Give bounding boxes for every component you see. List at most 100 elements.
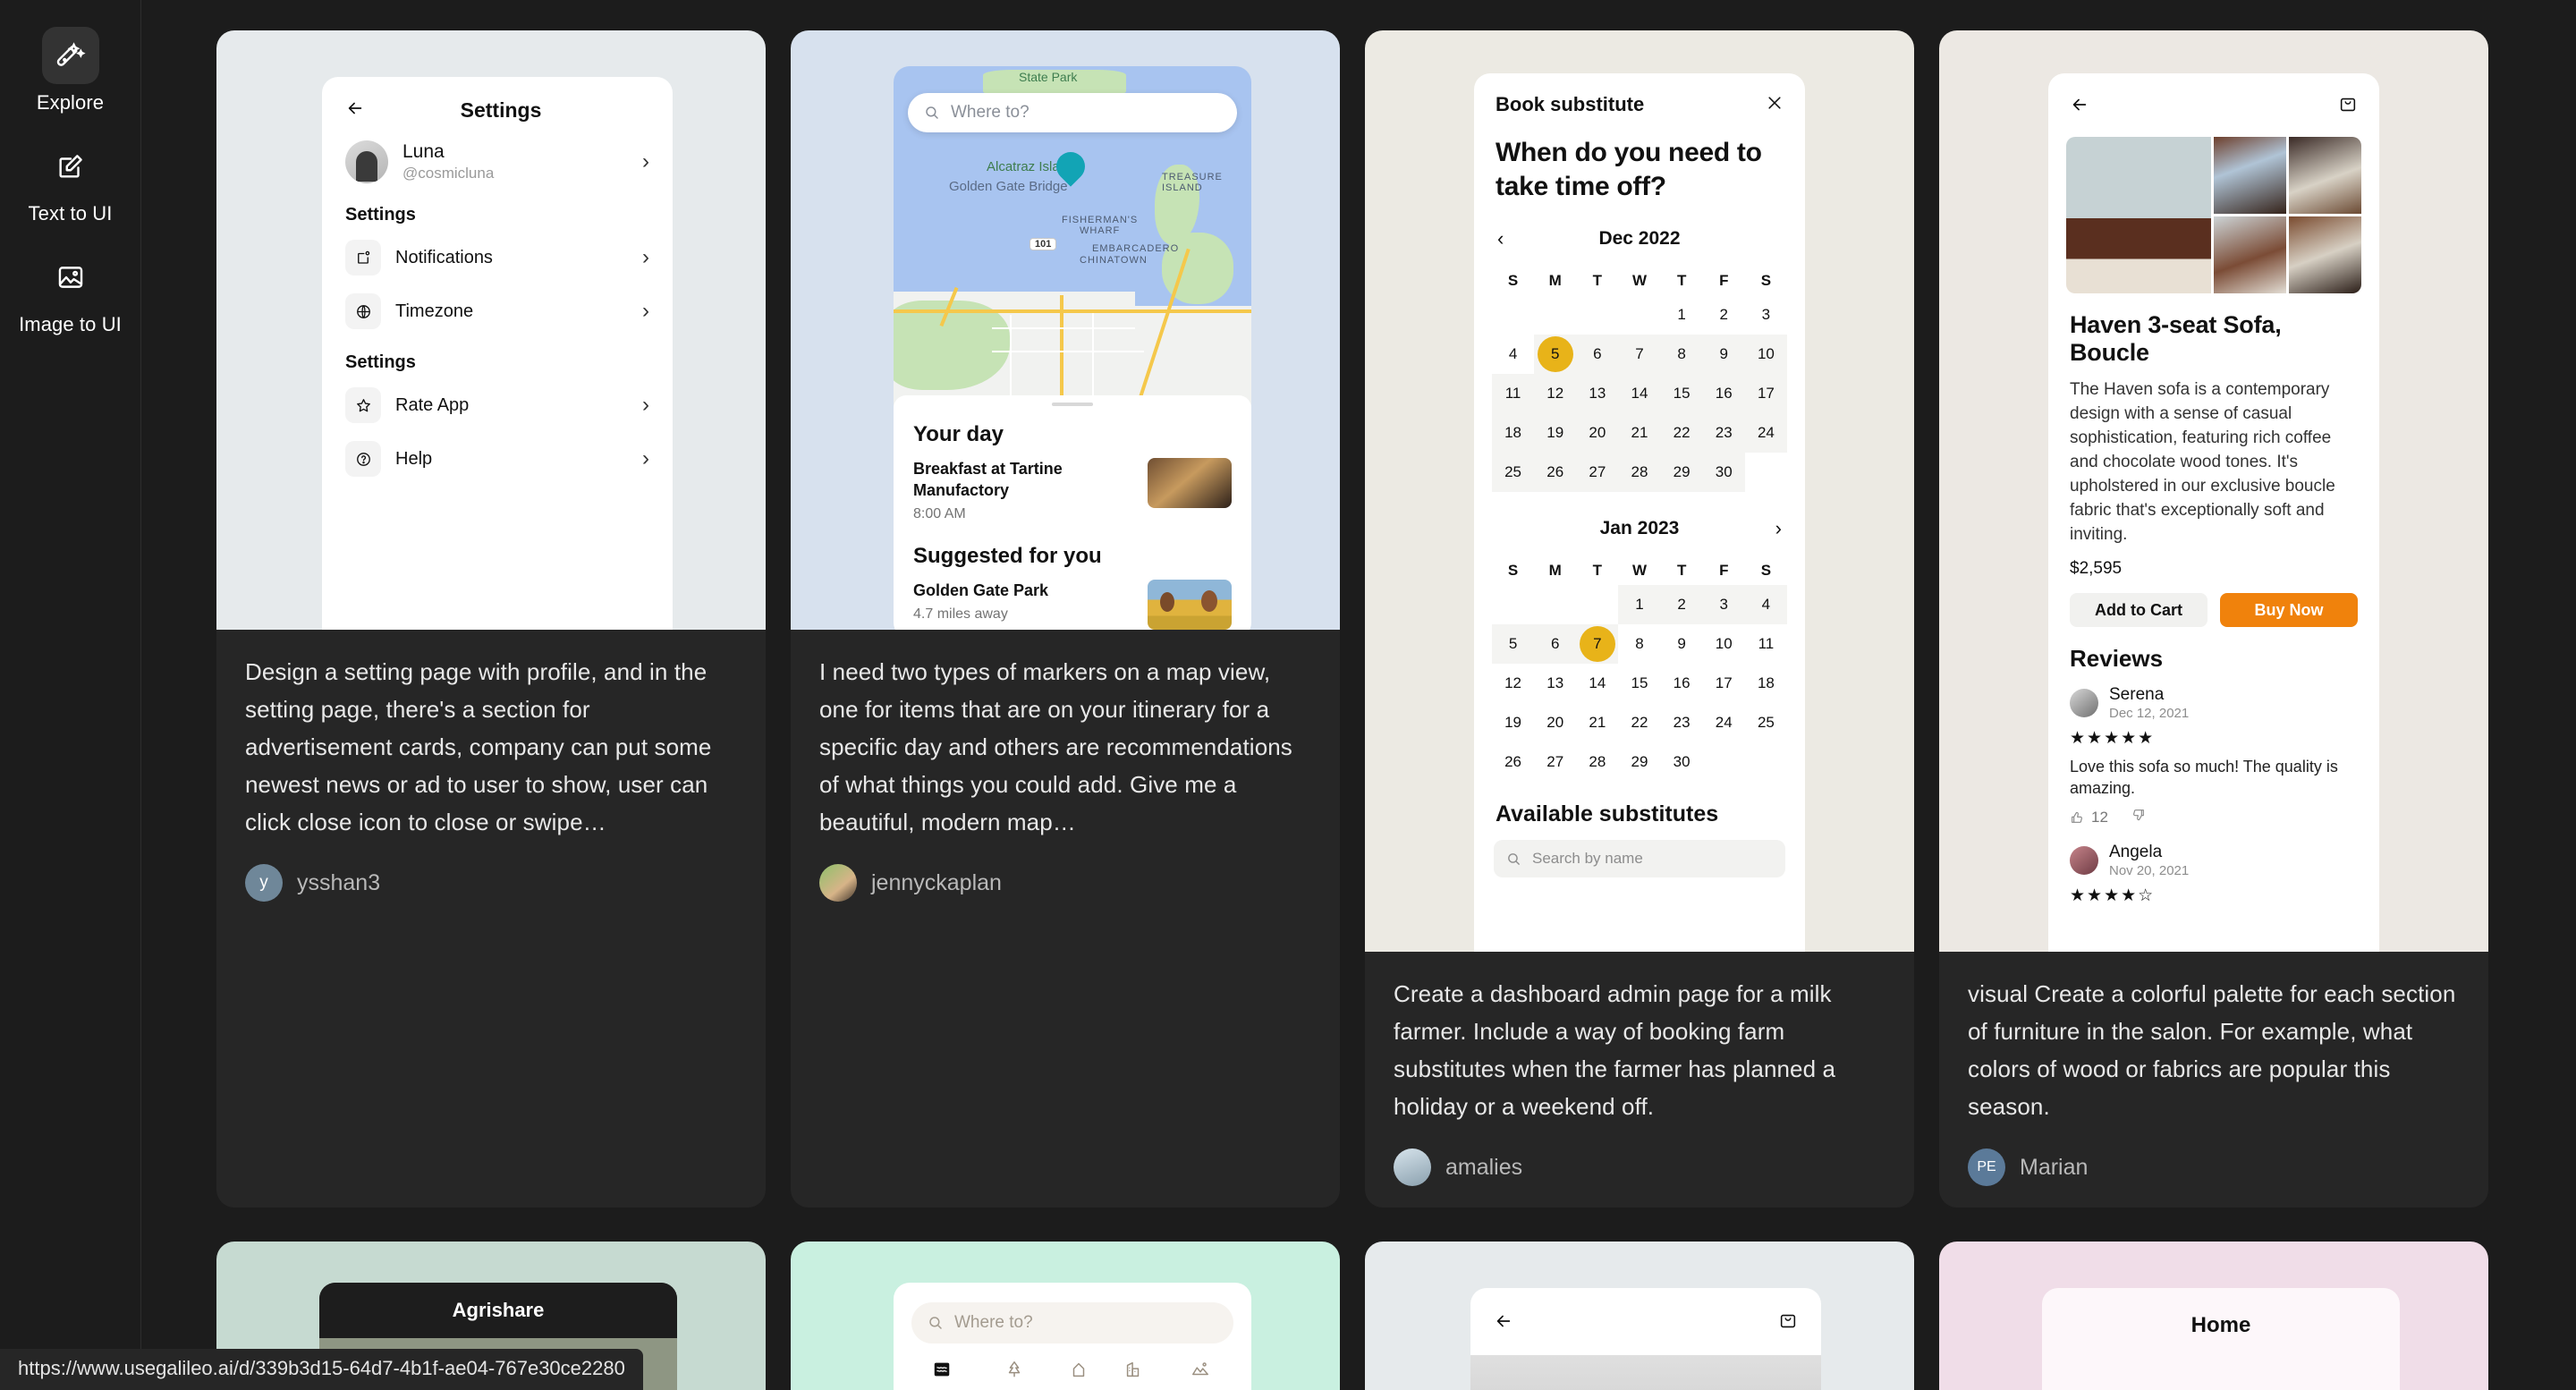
calendar-day[interactable]: 22 (1660, 413, 1703, 453)
calendar-day[interactable]: 29 (1618, 742, 1660, 782)
sidebar-item-image-to-ui[interactable]: Image to UI (12, 243, 130, 349)
post-card-clipped-pink[interactable]: Home (1939, 1242, 2488, 1390)
thumbs-up-button[interactable]: 12 (2070, 809, 2108, 826)
post-card-settings[interactable]: Settings Luna @cosmicluna › Settings Not… (216, 30, 766, 1208)
post-card-travel[interactable]: Where to? Seaside (791, 1242, 1340, 1390)
gallery-image[interactable] (2214, 137, 2286, 214)
buy-now-button[interactable]: Buy Now (2220, 593, 2358, 627)
calendar-day[interactable]: 9 (1702, 335, 1745, 374)
calendar-day[interactable]: 30 (1661, 742, 1703, 782)
calendar-day[interactable]: 19 (1492, 703, 1534, 742)
add-to-cart-button[interactable]: Add to Cart (2070, 593, 2207, 627)
gallery-image[interactable] (2214, 216, 2286, 293)
search-input[interactable]: Where to? (911, 1302, 1233, 1343)
calendar-day[interactable]: 11 (1492, 374, 1535, 413)
calendar-day[interactable]: 14 (1576, 664, 1618, 703)
sidebar-item-text-to-ui[interactable]: Text to UI (12, 132, 130, 238)
map-marker-itinerary[interactable] (1050, 146, 1091, 188)
calendar-day[interactable]: 11 (1745, 624, 1787, 664)
list-item[interactable]: Breakfast at Tartine Manufactory 8:00 AM (894, 453, 1251, 528)
substitute-search-input[interactable]: Search by name (1494, 840, 1785, 877)
calendar-day[interactable]: 28 (1576, 742, 1618, 782)
card-author[interactable]: y ysshan3 (245, 864, 737, 902)
profile-row[interactable]: Luna @cosmicluna › (322, 130, 673, 191)
calendar-day[interactable]: 10 (1703, 624, 1745, 664)
tab-cabin[interactable]: Cabin (1058, 1360, 1097, 1390)
search-input[interactable]: Where to? (908, 93, 1237, 132)
calendar-grid[interactable]: S M T W T F S 1 2 3 4 5 6 7 8 9 10 11 12 13 14 15 16 17 18 19 20 21… (1492, 267, 1787, 492)
calendar-day[interactable]: 30 (1702, 453, 1745, 492)
calendar-day[interactable]: 1 (1661, 295, 1703, 335)
calendar-day[interactable]: 4 (1492, 335, 1534, 374)
gallery-image[interactable] (2066, 137, 2211, 293)
calendar-day[interactable]: 13 (1576, 374, 1619, 413)
tab-mountain[interactable]: Mountain (1169, 1360, 1232, 1390)
post-card-sofa[interactable]: Haven 3-seat Sofa, Boucle The Haven sofa… (1939, 30, 2488, 1208)
card-author[interactable]: PE Marian (1968, 1148, 2460, 1186)
calendar-day[interactable]: 25 (1745, 703, 1787, 742)
post-card-map[interactable]: State Park Alcatraz Island Golden Gate B… (791, 30, 1340, 1208)
close-icon[interactable] (1766, 94, 1784, 116)
calendar-day[interactable]: 5 (1492, 624, 1535, 664)
calendar-day[interactable]: 12 (1534, 374, 1577, 413)
calendar-day[interactable]: 19 (1534, 413, 1577, 453)
calendar-day[interactable]: 17 (1744, 374, 1787, 413)
sidebar-item-explore[interactable]: Explore (12, 21, 130, 127)
calendar-day[interactable]: 12 (1492, 664, 1534, 703)
calendar-day[interactable]: 2 (1660, 585, 1703, 624)
calendar-day[interactable]: 26 (1534, 453, 1577, 492)
list-item[interactable]: Golden Gate Park 4.7 miles away (894, 574, 1251, 630)
calendar-day[interactable]: 16 (1702, 374, 1745, 413)
post-card-book-substitute[interactable]: Book substitute When do you need to take… (1365, 30, 1914, 1208)
thumbs-down-button[interactable] (2131, 808, 2146, 826)
settings-row-help[interactable]: Help › (322, 432, 673, 486)
calendar-day[interactable]: 3 (1702, 585, 1745, 624)
shopping-bag-icon[interactable] (1778, 1311, 1798, 1335)
calendar-day[interactable]: 27 (1534, 742, 1576, 782)
card-author[interactable]: amalies (1394, 1148, 1885, 1186)
settings-row-timezone[interactable]: Timezone › (322, 284, 673, 338)
chevron-right-icon[interactable]: › (1775, 519, 1782, 538)
calendar-day[interactable]: 20 (1534, 703, 1576, 742)
calendar-day[interactable]: 15 (1660, 374, 1703, 413)
calendar-day[interactable]: 13 (1534, 664, 1576, 703)
tab-seaside[interactable]: Seaside (913, 1360, 970, 1390)
calendar-day[interactable]: 5 (1534, 335, 1577, 374)
card-author[interactable]: jennyckaplan (819, 864, 1311, 902)
calendar-day[interactable]: 9 (1661, 624, 1703, 664)
calendar-day[interactable]: 24 (1744, 413, 1787, 453)
calendar-day[interactable]: 8 (1660, 335, 1703, 374)
calendar-day[interactable]: 18 (1492, 413, 1535, 453)
calendar-day[interactable]: 17 (1703, 664, 1745, 703)
calendar-day[interactable]: 6 (1576, 335, 1619, 374)
calendar-day[interactable]: 3 (1745, 295, 1787, 335)
tab-city[interactable]: City (1121, 1360, 1147, 1390)
gallery-image[interactable] (2289, 137, 2361, 214)
product-gallery[interactable] (2066, 137, 2361, 293)
calendar-day[interactable]: 2 (1703, 295, 1745, 335)
calendar-day[interactable]: 22 (1618, 703, 1660, 742)
calendar-day[interactable]: 8 (1618, 624, 1660, 664)
calendar-day[interactable]: 20 (1576, 413, 1619, 453)
calendar-day[interactable]: 16 (1661, 664, 1703, 703)
arrow-left-icon[interactable] (2070, 95, 2089, 119)
settings-row-notifications[interactable]: Notifications › (322, 231, 673, 284)
calendar-day[interactable]: 1 (1618, 585, 1661, 624)
post-card-clipped-blue[interactable] (1365, 1242, 1914, 1390)
settings-row-rate-app[interactable]: Rate App › (322, 378, 673, 432)
calendar-day[interactable]: 18 (1745, 664, 1787, 703)
calendar-grid[interactable]: S M T W T F S 1 2 3 4 5 6 7 8 9 10 11 12 13 14 15 16 17 18 19 20 21… (1492, 556, 1787, 782)
calendar-day[interactable]: 28 (1618, 453, 1661, 492)
calendar-day[interactable]: 29 (1660, 453, 1703, 492)
shopping-bag-icon[interactable] (2338, 95, 2358, 119)
gallery-image[interactable] (2289, 216, 2361, 293)
calendar-day[interactable]: 23 (1661, 703, 1703, 742)
calendar-day[interactable]: 6 (1534, 624, 1577, 664)
calendar-day[interactable]: 4 (1744, 585, 1787, 624)
calendar-day[interactable]: 27 (1576, 453, 1619, 492)
calendar-day[interactable]: 25 (1492, 453, 1535, 492)
arrow-left-icon[interactable] (1494, 1311, 1513, 1335)
calendar-day[interactable]: 14 (1618, 374, 1661, 413)
calendar-day[interactable]: 26 (1492, 742, 1534, 782)
calendar-day[interactable]: 7 (1576, 624, 1619, 664)
